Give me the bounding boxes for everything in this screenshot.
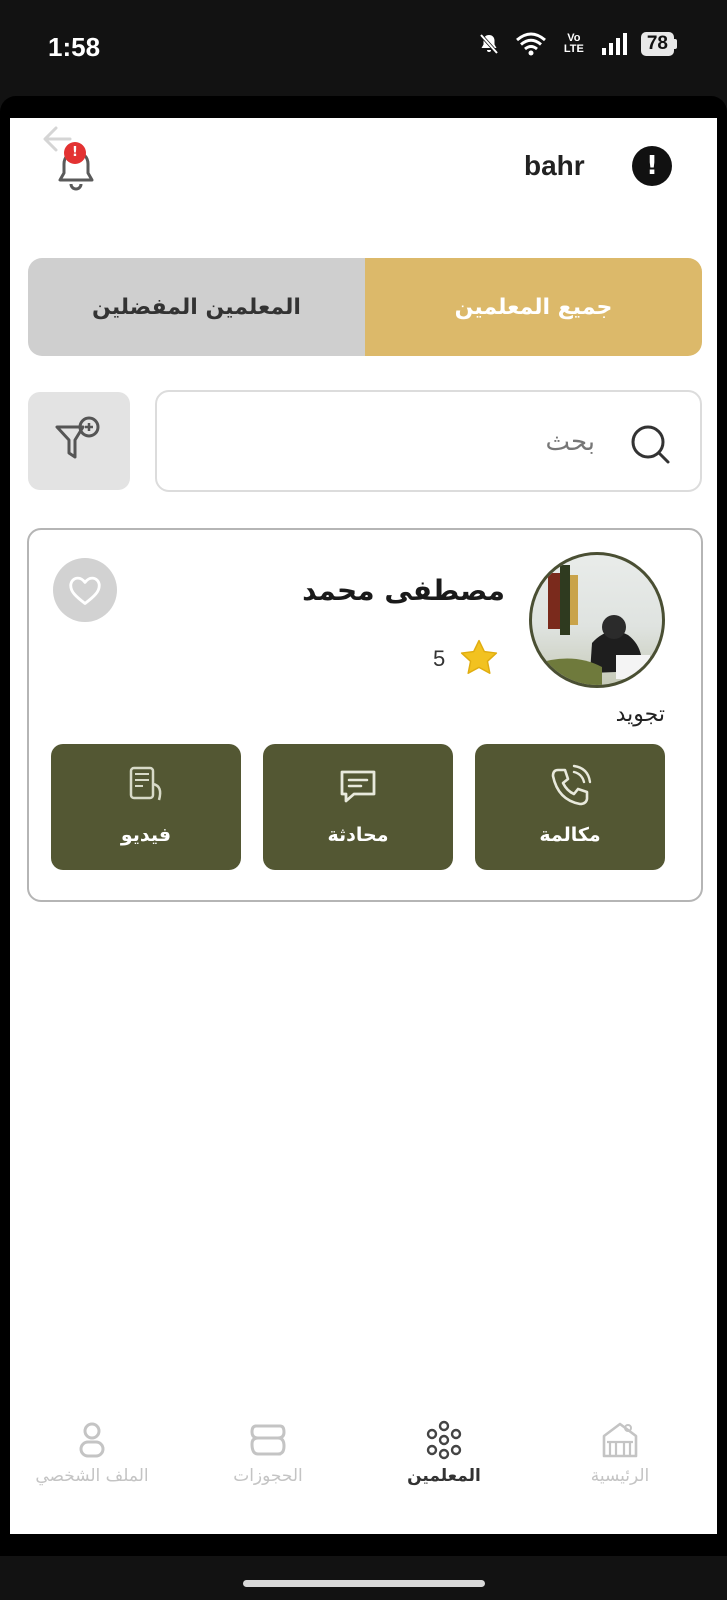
bookings-icon bbox=[250, 1424, 286, 1456]
call-label: مكالمة bbox=[539, 824, 601, 846]
video-icon bbox=[129, 766, 162, 801]
status-icons: Vo LTE 78 bbox=[477, 32, 677, 56]
mute-icon bbox=[479, 33, 499, 55]
info-icon[interactable]: ! bbox=[632, 146, 672, 186]
notifications-button[interactable]: ! bbox=[52, 142, 100, 194]
nav-profile[interactable]: الملف الشخصي bbox=[10, 1420, 180, 1510]
filter-button[interactable] bbox=[28, 392, 130, 490]
nav-profile-label: الملف الشخصي bbox=[35, 1466, 149, 1486]
search-box bbox=[155, 390, 702, 492]
profile-icon bbox=[79, 1422, 105, 1458]
phone-icon bbox=[551, 764, 592, 806]
search-icon[interactable] bbox=[628, 422, 672, 466]
nav-home[interactable]: الرئيسية bbox=[532, 1420, 708, 1510]
bottom-navigation: الملف الشخصي الحجوزات المعلمين الرئيسية bbox=[10, 1414, 717, 1534]
teacher-tabs: المعلمين المفضلين جميع المعلمين bbox=[28, 258, 702, 356]
status-bar: 1:58 Vo LTE 78 bbox=[0, 0, 727, 96]
teacher-card[interactable]: مصطفى محمد 5 تجويد فيديو محادثة مكالمة bbox=[27, 528, 703, 902]
filter-icon bbox=[55, 416, 100, 459]
nav-teachers-label: المعلمين bbox=[407, 1466, 481, 1486]
notification-badge: ! bbox=[64, 142, 86, 164]
battery-indicator: 78 bbox=[640, 32, 677, 56]
gesture-bar[interactable] bbox=[243, 1580, 485, 1587]
video-label: فيديو bbox=[120, 824, 172, 846]
nav-teachers[interactable]: المعلمين bbox=[356, 1420, 532, 1510]
nav-bookings-label: الحجوزات bbox=[233, 1466, 303, 1486]
chat-button[interactable]: محادثة bbox=[263, 744, 453, 870]
tab-all-teachers[interactable]: جميع المعلمين bbox=[365, 258, 702, 356]
teacher-name: مصطفى محمد bbox=[302, 574, 505, 607]
app-screen: ! bahr ! المعلمين المفضلين جميع المعلمين bbox=[10, 118, 717, 1534]
chat-label: محادثة bbox=[327, 824, 389, 846]
teachers-icon bbox=[426, 1420, 462, 1460]
heart-icon bbox=[69, 576, 101, 605]
teacher-subject: تجويد bbox=[615, 702, 665, 727]
signal-icon bbox=[601, 33, 627, 55]
volte-label: Vo LTE bbox=[563, 32, 584, 55]
status-time: 1:58 bbox=[48, 32, 101, 62]
rating-value: 5 bbox=[433, 646, 446, 671]
nav-bookings[interactable]: الحجوزات bbox=[180, 1420, 356, 1510]
avatar-photo bbox=[532, 565, 650, 685]
star-icon bbox=[460, 639, 498, 674]
search-input[interactable] bbox=[175, 412, 595, 472]
wifi-icon bbox=[515, 32, 546, 56]
nav-home-label: الرئيسية bbox=[590, 1466, 650, 1486]
home-icon bbox=[602, 1422, 638, 1458]
video-button[interactable]: فيديو bbox=[51, 744, 241, 870]
battery-tip bbox=[674, 39, 677, 49]
teacher-avatar bbox=[529, 552, 665, 688]
call-button[interactable]: مكالمة bbox=[475, 744, 665, 870]
battery-level: 78 bbox=[640, 32, 674, 56]
tab-favorite-teachers[interactable]: المعلمين المفضلين bbox=[28, 258, 365, 356]
chat-icon bbox=[340, 770, 376, 803]
favorite-button[interactable] bbox=[53, 558, 117, 622]
username: bahr bbox=[524, 150, 585, 181]
